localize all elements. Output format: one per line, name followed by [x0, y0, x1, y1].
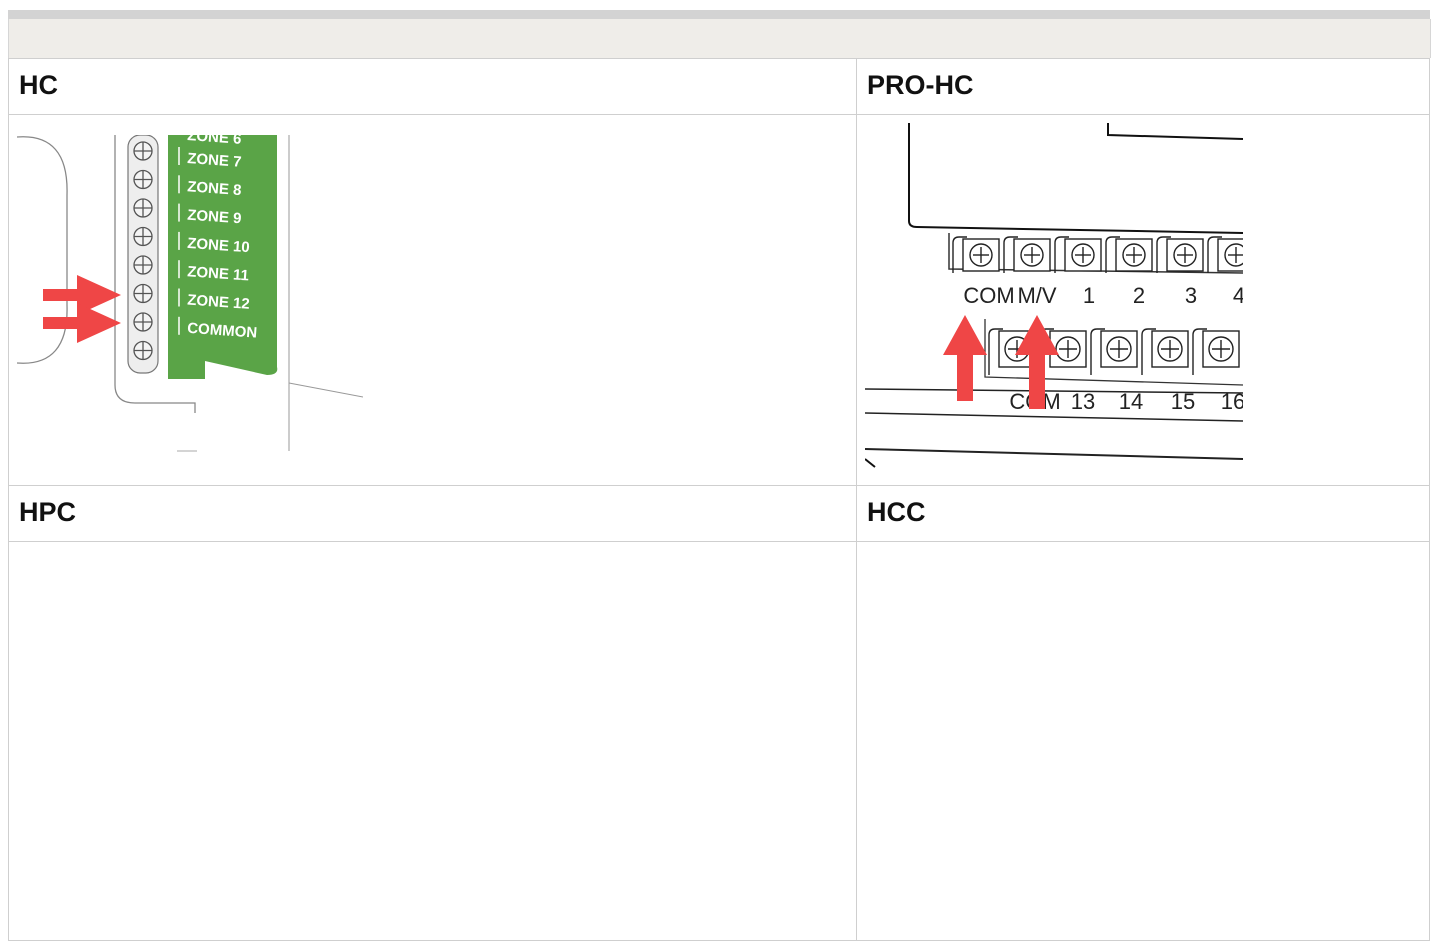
- terminal-label: COM: [963, 283, 1014, 308]
- terminal-screw: [133, 255, 153, 275]
- terminal-block: [1207, 236, 1243, 273]
- terminal-block: [1105, 236, 1153, 273]
- terminal-block: [952, 236, 1000, 273]
- terminal-label: 15: [1171, 389, 1195, 414]
- terminal-screw: [133, 226, 153, 247]
- pro-hc-wiring-diagram: COMM/V1234 COM13141516: [865, 123, 1243, 468]
- header-hpc: HPC: [8, 485, 857, 542]
- terminal-label: 2: [1133, 283, 1145, 308]
- terminal-label: 14: [1119, 389, 1143, 414]
- terminal-screw: [133, 141, 153, 161]
- hc-wiring-diagram: ZONE 6 ZONE 7ZONE 8ZONE 9ZONE 10ZONE 11Z…: [17, 135, 363, 452]
- hc-image-cell: ZONE 6 ZONE 7 ZONE 8 ZONE 9 ZONE 10 ZONE 11 Z…: [8, 114, 857, 486]
- controller-table: HC PRO-HC ZONE 6 ZONE 7 ZONE 8 ZONE 9 ZONE …: [8, 58, 1430, 941]
- terminal-label: M/V: [1017, 283, 1056, 308]
- hcc-image-cell: [856, 541, 1430, 941]
- terminal-block: [1003, 236, 1051, 273]
- table-caption-band: [8, 19, 1431, 58]
- top-terminal-row: [952, 236, 1243, 273]
- terminal-block: [1156, 236, 1204, 273]
- terminal-screw: [133, 198, 153, 218]
- terminal-block: [1054, 236, 1102, 273]
- terminal-label: 1: [1083, 283, 1095, 308]
- terminal-label: 3: [1185, 283, 1197, 308]
- hpc-image-cell: [8, 541, 857, 941]
- terminal-label: 16: [1221, 389, 1243, 414]
- terminal-label: 13: [1071, 389, 1095, 414]
- header-hc: HC: [8, 58, 857, 115]
- terminal-screw: [133, 283, 153, 304]
- header-pro-hc: PRO-HC: [856, 58, 1430, 115]
- terminal-label: 4: [1233, 283, 1243, 308]
- top-bar: [8, 10, 1430, 19]
- pro-hc-image-cell: COMM/V1234 COM13141516: [856, 114, 1430, 486]
- terminal-block: [1192, 328, 1240, 375]
- terminal-screw: [133, 169, 153, 190]
- hc-red-arrows: [43, 275, 121, 343]
- header-hcc: HCC: [856, 485, 1430, 542]
- terminal-screw: [133, 312, 153, 332]
- terminal-block: [1141, 328, 1189, 375]
- terminal-block: [1090, 328, 1138, 375]
- terminal-screw: [133, 340, 153, 361]
